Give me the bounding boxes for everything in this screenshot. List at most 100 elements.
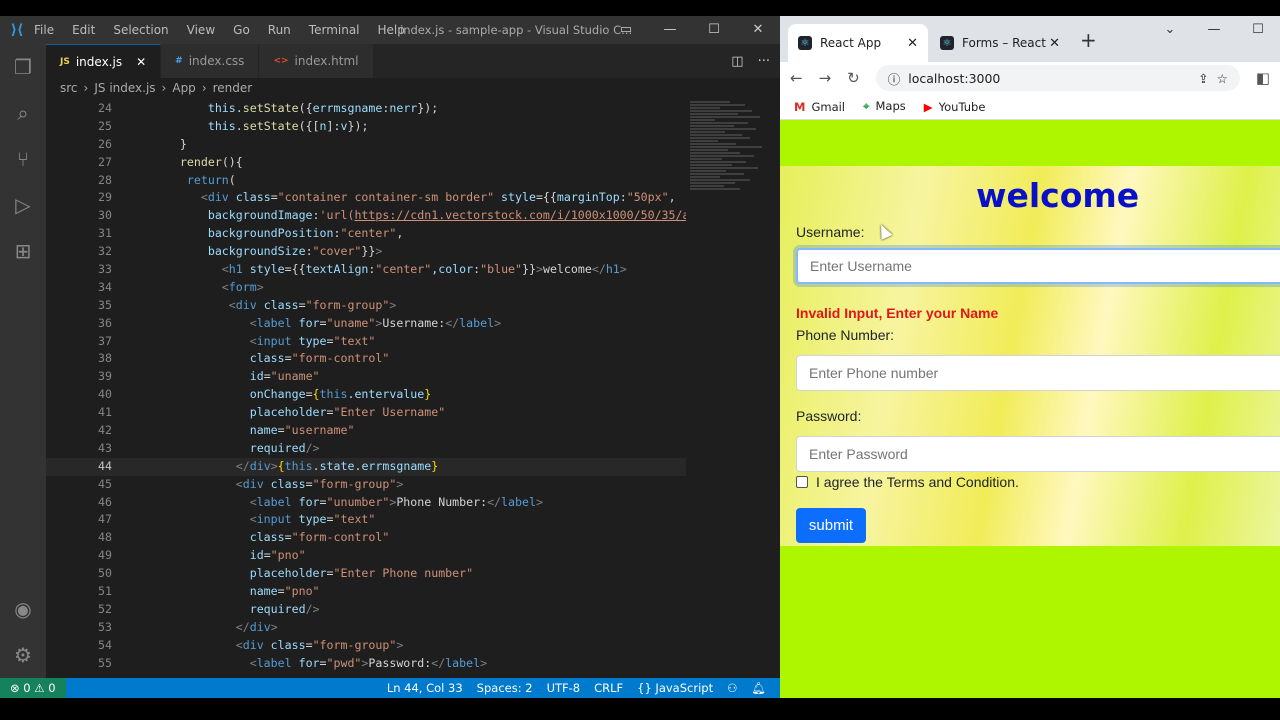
close-tab-icon[interactable]: ✕ [1049, 36, 1060, 51]
code-line[interactable]: 45 <div class="form-group"> [46, 476, 686, 494]
minimize-icon[interactable]: — [648, 16, 692, 44]
maximize-icon[interactable]: ☐ [692, 16, 736, 44]
reload-icon[interactable]: ↻ [847, 69, 860, 87]
code-line[interactable]: 29 <div class="container container-sm bo… [46, 189, 686, 207]
language-mode[interactable]: {} JavaScript [637, 681, 713, 695]
search-icon[interactable]: ⌕ [0, 90, 46, 136]
explorer-icon[interactable]: ❐ [0, 44, 46, 90]
code-line[interactable]: 33 <h1 style={{textAlign:"center",color:… [46, 261, 686, 279]
encoding[interactable]: UTF-8 [547, 681, 581, 695]
code-line[interactable]: 49 id="pno" [46, 547, 686, 565]
bookmark-gmail[interactable]: M Gmail [794, 100, 845, 114]
menu-item[interactable]: Selection [113, 23, 168, 37]
code-line[interactable]: 37 <input type="text" [46, 333, 686, 351]
more-actions-icon[interactable]: ··· [758, 54, 770, 69]
new-tab-icon[interactable]: + [1080, 28, 1097, 52]
close-tab-icon[interactable]: ✕ [907, 36, 918, 51]
back-icon[interactable]: ← [790, 69, 803, 87]
code-text: <div class="container container-sm borde… [112, 189, 676, 207]
code-line[interactable]: 31 backgroundPosition:"center", [46, 225, 686, 243]
breadcrumb-item[interactable]: JS index.js [94, 81, 155, 95]
minimap[interactable] [690, 100, 774, 220]
indentation[interactable]: Spaces: 2 [477, 681, 533, 695]
notifications-icon[interactable]: 🔔︎ [751, 681, 766, 695]
breadcrumb-item[interactable]: render [213, 81, 253, 95]
split-editor-icon[interactable]: ◫ [731, 54, 743, 69]
code-line[interactable]: 24 this.setState({errmsgname:nerr}); [46, 100, 686, 118]
site-info-icon[interactable]: ⓘ [888, 69, 901, 88]
code-line[interactable]: 30 backgroundImage:'url(https://cdn1.vec… [46, 207, 686, 225]
code-line[interactable]: 36 <label for="uname">Username:</label> [46, 315, 686, 333]
password-input[interactable] [796, 436, 1280, 472]
share-icon[interactable]: ⇪ [1198, 71, 1208, 86]
code-line[interactable]: 41 placeholder="Enter Username" [46, 404, 686, 422]
code-line[interactable]: 34 <form> [46, 279, 686, 297]
url-field[interactable]: ⓘ localhost:3000 ⇪ ☆ [875, 65, 1240, 91]
code-line[interactable]: 55 <label for="pwd">Password:</label> [46, 655, 686, 673]
extensions-icon[interactable]: ⊞ [0, 228, 46, 274]
code-line[interactable]: 50 placeholder="Enter Phone number" [46, 565, 686, 583]
cursor-position[interactable]: Ln 44, Col 33 [387, 681, 463, 695]
menu-item[interactable]: File [34, 23, 54, 37]
code-line[interactable]: 53 </div> [46, 619, 686, 637]
run-debug-icon[interactable]: ▷ [0, 182, 46, 228]
minimize-icon[interactable]: — [1192, 16, 1236, 44]
submit-button[interactable]: submit [796, 508, 866, 543]
menu-item[interactable]: Edit [72, 23, 95, 37]
layout-icon[interactable]: ▭ [604, 16, 648, 44]
code-line[interactable]: 27 render(){ [46, 154, 686, 172]
code-line[interactable]: 54 <div class="form-group"> [46, 637, 686, 655]
close-tab-icon[interactable]: ✕ [136, 55, 146, 69]
code-line[interactable]: 35 <div class="form-group"> [46, 297, 686, 315]
username-input[interactable] [796, 248, 1280, 284]
browser-tab-forms-react[interactable]: ⚛ Forms – React ✕ [930, 24, 1070, 62]
terms-checkbox[interactable] [796, 476, 808, 488]
code-line[interactable]: 25 this.setState({[n]:v}); [46, 118, 686, 136]
menu-item[interactable]: Terminal [309, 23, 360, 37]
browser-tab-react-app[interactable]: ⚛ React App ✕ [788, 24, 928, 62]
tab-index-js[interactable]: JS index.js ✕ [46, 44, 162, 78]
feedback-icon[interactable]: ⚇ [727, 681, 737, 695]
menu-item[interactable]: Run [268, 23, 291, 37]
close-icon[interactable]: ✕ [736, 16, 780, 44]
tab-index-css[interactable]: # index.css [161, 44, 260, 78]
bookmark-maps[interactable]: ⌖ Maps [863, 99, 906, 114]
side-panel-icon[interactable]: ◧ [1256, 69, 1270, 87]
html-file-icon: <> [273, 56, 289, 66]
line-ending[interactable]: CRLF [594, 681, 623, 695]
minimap-line [690, 155, 754, 157]
breadcrumb-item[interactable]: App [172, 81, 195, 95]
code-line[interactable]: 47 <input type="text" [46, 511, 686, 529]
code-line[interactable]: 38 class="form-control" [46, 350, 686, 368]
code-line[interactable]: 28 return( [46, 172, 686, 190]
code-line[interactable]: 51 name="pno" [46, 583, 686, 601]
forward-icon[interactable]: → [819, 69, 832, 87]
code-editor[interactable]: 24 this.setState({errmsgname:nerr}); 25 t… [46, 100, 686, 678]
source-control-icon[interactable]: ⑂ [0, 136, 46, 182]
code-line[interactable]: 48 class="form-control" [46, 529, 686, 547]
remote-indicator[interactable]: ⊗ 0 ⚠ 0 [0, 678, 66, 698]
phone-input[interactable] [796, 355, 1280, 391]
tab-search-icon[interactable]: ⌄ [1148, 16, 1192, 44]
tab-index-html[interactable]: <> index.html [259, 44, 374, 78]
breadcrumb-item[interactable]: src [60, 81, 78, 95]
code-text: } [112, 136, 187, 154]
bookmark-youtube[interactable]: ▶ YouTube [924, 100, 986, 114]
bookmark-star-icon[interactable]: ☆ [1217, 71, 1228, 86]
menu-item[interactable]: View [187, 23, 215, 37]
code-line[interactable]: 42 name="username" [46, 422, 686, 440]
code-line[interactable]: 52 required/> [46, 601, 686, 619]
menu-item[interactable]: Go [233, 23, 250, 37]
code-line[interactable]: 44 </div>{this.state.errmsgname} [46, 457, 686, 476]
code-line[interactable]: 32 backgroundSize:"cover"}}> [46, 243, 686, 261]
code-line[interactable]: 46 <label for="unumber">Phone Number:</l… [46, 494, 686, 512]
account-icon[interactable]: ◉ [0, 586, 46, 632]
terms-checkbox-row[interactable]: I agree the Terms and Condition. [796, 474, 1019, 490]
problems-count[interactable]: ⊗ 0 ⚠ 0 [10, 681, 56, 695]
code-line[interactable]: 40 onChange={this.entervalue} [46, 386, 686, 404]
code-line[interactable]: 39 id="uname" [46, 368, 686, 386]
code-line[interactable]: 43 required/> [46, 440, 686, 458]
maximize-icon[interactable]: ☐ [1236, 16, 1280, 44]
settings-gear-icon[interactable]: ⚙ [0, 632, 46, 678]
code-line[interactable]: 26 } [46, 136, 686, 154]
